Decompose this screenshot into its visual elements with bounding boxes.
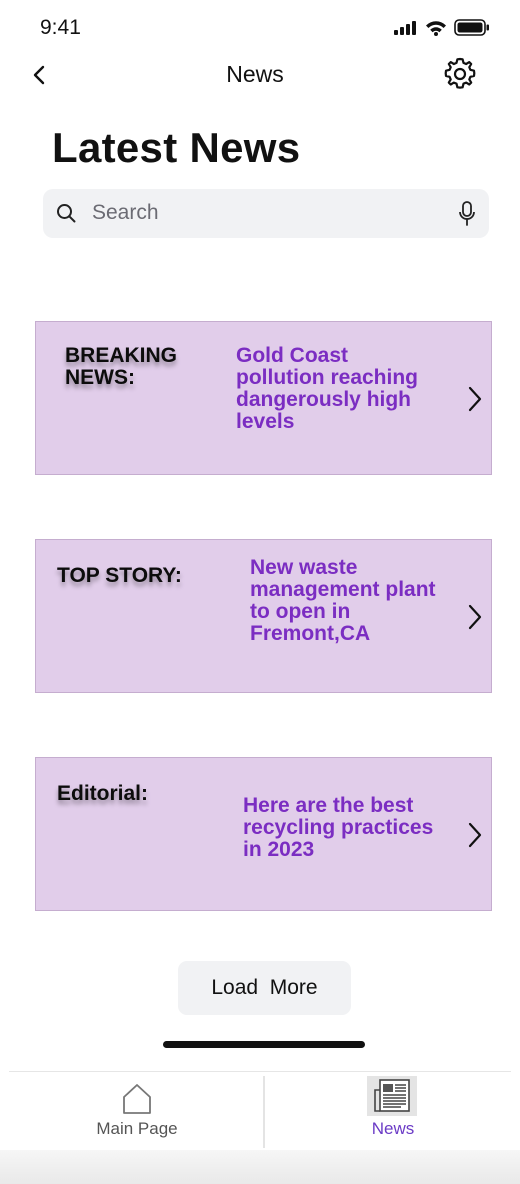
cellular-signal-icon	[394, 20, 416, 35]
load-more-button[interactable]: Load More	[178, 961, 351, 1015]
chevron-right-icon	[468, 822, 482, 848]
tab-main-page[interactable]: Main Page	[77, 1119, 197, 1139]
status-time: 9:41	[40, 16, 81, 39]
status-icons	[394, 19, 490, 36]
card-headline: New waste management plant to open in Fr…	[250, 557, 436, 645]
card-headline-line: Here are the best	[243, 794, 414, 817]
chevron-right-icon	[468, 386, 482, 412]
card-headline-line: levels	[236, 410, 295, 433]
card-label: TOP STORY:	[57, 565, 182, 587]
search-icon	[57, 204, 76, 223]
bottom-fade	[0, 1150, 520, 1184]
chevron-right-icon	[468, 604, 482, 630]
card-headline: Here are the best recycling practices in…	[243, 795, 433, 861]
newspaper-icon[interactable]	[373, 1078, 411, 1114]
card-headline-line: Fremont,CA	[250, 622, 371, 645]
microphone-icon[interactable]	[458, 201, 476, 227]
card-headline-line: to open in	[250, 600, 351, 623]
tab-bar	[9, 1071, 511, 1152]
card-label-line: TOP STORY:	[57, 564, 182, 587]
card-headline-line: in 2023	[243, 838, 315, 861]
news-card-top-story[interactable]: TOP STORY: New waste management plant to…	[35, 539, 492, 693]
page-title: Latest News	[52, 124, 301, 171]
card-headline: Gold Coast pollution reaching dangerousl…	[236, 345, 418, 433]
tab-news[interactable]: News	[333, 1119, 453, 1139]
card-headline-line: New waste	[250, 556, 358, 579]
news-card-breaking[interactable]: BREAKING NEWS: Gold Coast pollution reac…	[35, 321, 492, 475]
card-headline-line: pollution reaching	[236, 366, 418, 389]
home-icon[interactable]	[121, 1083, 153, 1115]
card-label: BREAKING NEWS:	[65, 345, 177, 389]
search-placeholder: Search	[92, 201, 159, 224]
card-label-line: NEWS:	[65, 366, 135, 389]
battery-icon	[454, 19, 489, 36]
wifi-icon	[426, 20, 446, 36]
tab-divider	[263, 1076, 265, 1148]
card-label-line: BREAKING	[65, 344, 178, 367]
news-card-editorial[interactable]: Editorial: Here are the best recycling p…	[35, 757, 492, 911]
card-headline-line: recycling practices	[243, 816, 434, 839]
card-label-line: Editorial:	[57, 782, 149, 805]
nav-title: News	[226, 61, 284, 87]
card-label: Editorial:	[57, 783, 148, 805]
settings-button[interactable]	[442, 56, 478, 92]
gear-icon	[444, 57, 476, 89]
home-indicator	[163, 1041, 365, 1048]
card-headline-line: Gold Coast	[236, 344, 349, 367]
card-headline-line: management plant	[250, 578, 436, 601]
card-headline-line: dangerously high	[236, 388, 412, 411]
